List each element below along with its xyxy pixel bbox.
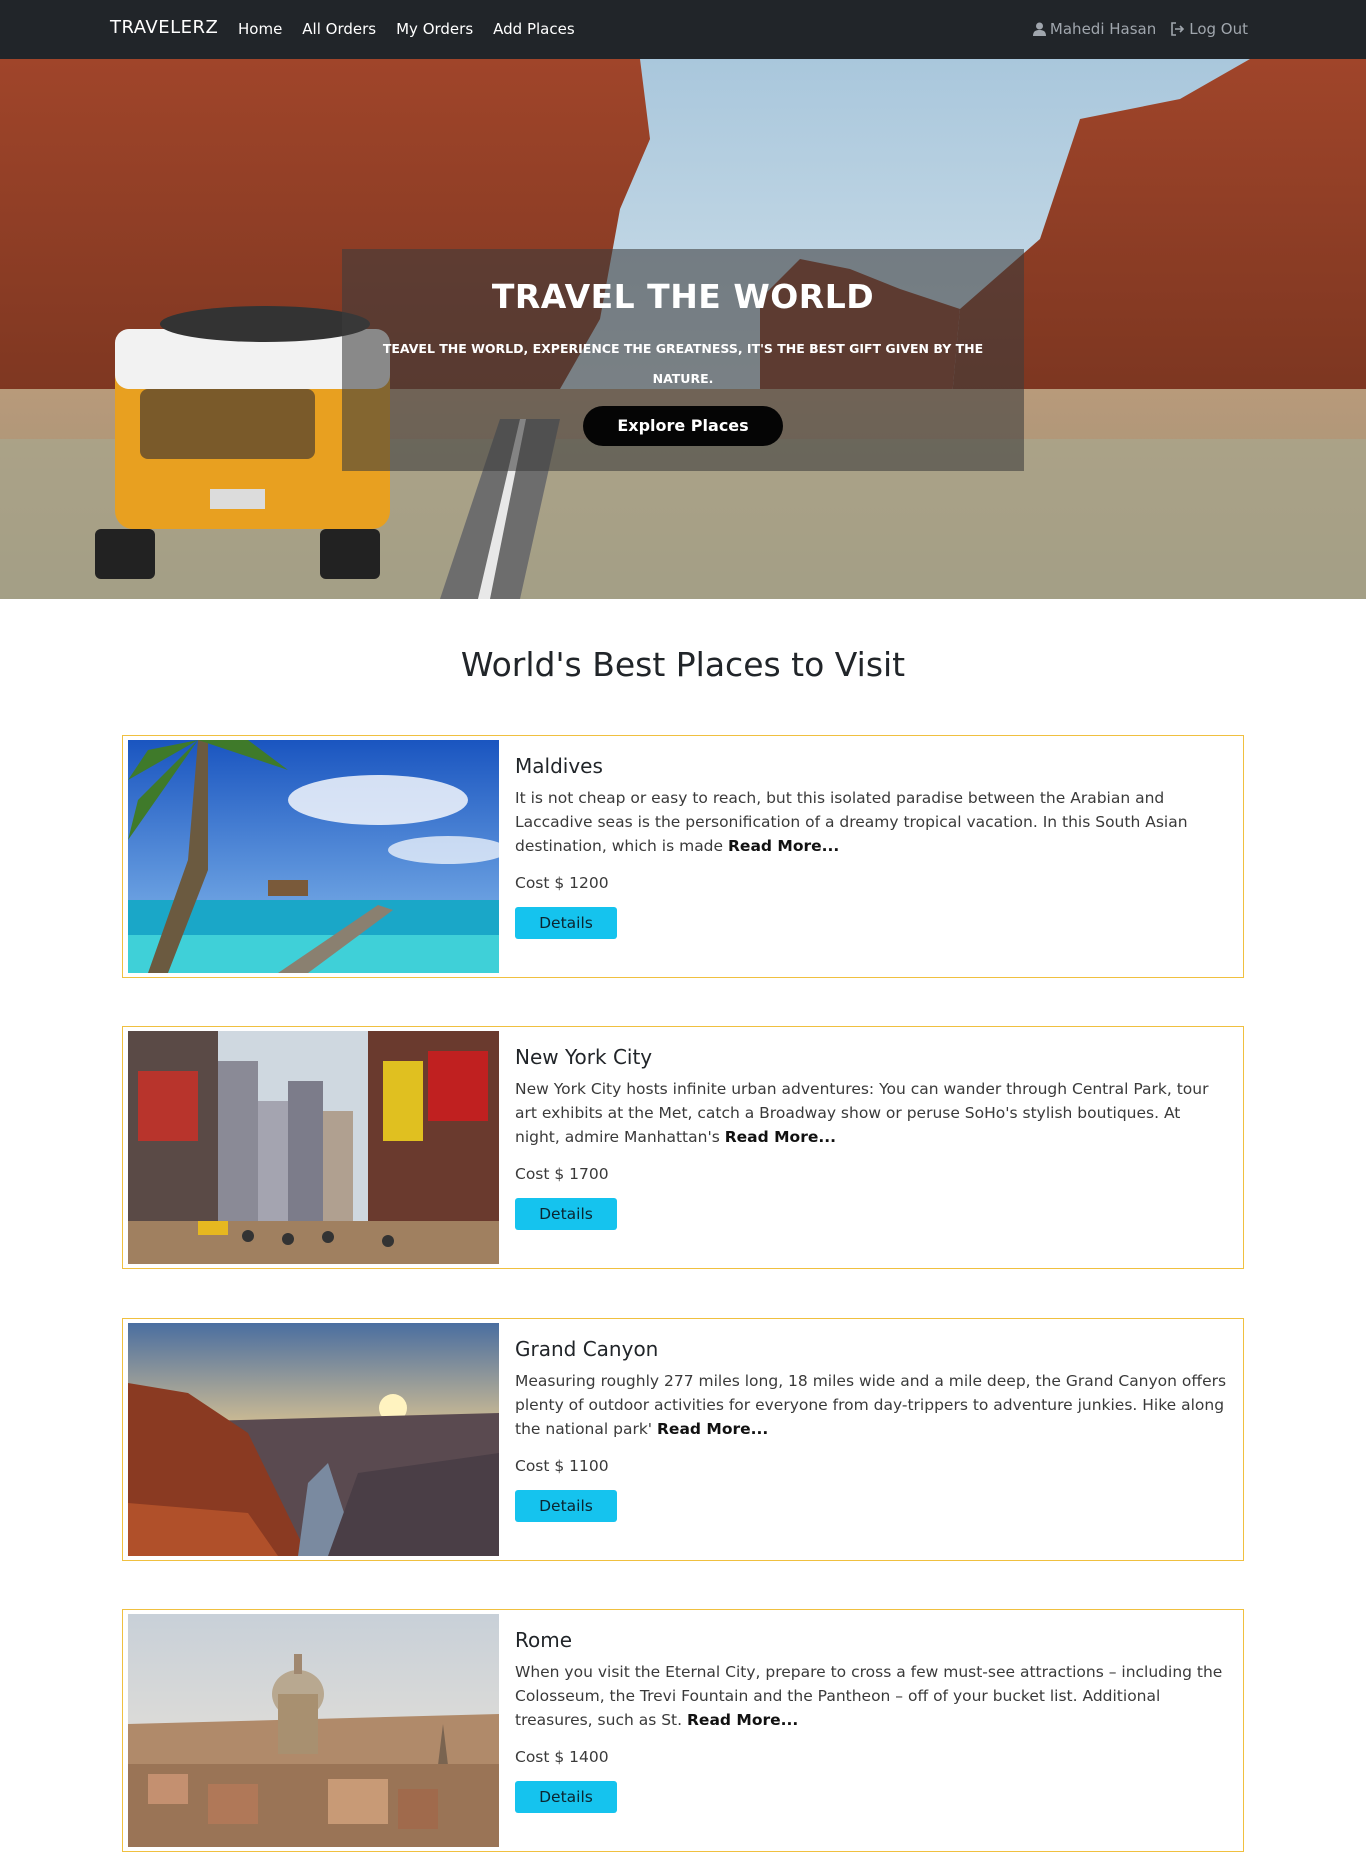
user-profile[interactable]: Mahedi Hasan <box>1032 20 1157 38</box>
place-cost: Cost $ 1100 <box>515 1457 609 1475</box>
place-title: Maldives <box>515 754 603 778</box>
place-description-text: It is not cheap or easy to reach, but th… <box>515 789 1188 855</box>
read-more-link[interactable]: Read More... <box>687 1711 798 1729</box>
place-description-text: New York City hosts infinite urban adven… <box>515 1080 1209 1146</box>
place-description: Measuring roughly 277 miles long, 18 mil… <box>515 1369 1227 1441</box>
place-card-new-york-city: New York City New York City hosts infini… <box>122 1026 1244 1269</box>
place-title: Grand Canyon <box>515 1337 659 1361</box>
explore-places-button[interactable]: Explore Places <box>583 406 783 446</box>
place-card-body: Grand Canyon Measuring roughly 277 miles… <box>515 1337 1227 1522</box>
place-card-rome: Rome When you visit the Eternal City, pr… <box>122 1609 1244 1852</box>
details-button[interactable]: Details <box>515 1198 617 1230</box>
place-card-grand-canyon: Grand Canyon Measuring roughly 277 miles… <box>122 1318 1244 1561</box>
logout-icon <box>1170 22 1185 36</box>
hero-title: TRAVEL THE WORLD <box>491 277 875 316</box>
place-cost: Cost $ 1700 <box>515 1165 609 1183</box>
place-cost: Cost $ 1200 <box>515 874 609 892</box>
place-description-text: When you visit the Eternal City, prepare… <box>515 1663 1223 1729</box>
nav-all-orders-link[interactable]: All Orders <box>302 20 376 38</box>
read-more-link[interactable]: Read More... <box>725 1128 836 1146</box>
read-more-link[interactable]: Read More... <box>728 837 839 855</box>
place-description: New York City hosts infinite urban adven… <box>515 1077 1227 1149</box>
section-title: World's Best Places to Visit <box>460 645 906 684</box>
details-button[interactable]: Details <box>515 907 617 939</box>
place-description: It is not cheap or easy to reach, but th… <box>515 786 1227 858</box>
details-button[interactable]: Details <box>515 1490 617 1522</box>
nav-home-link[interactable]: Home <box>238 20 282 38</box>
place-card-body: Rome When you visit the Eternal City, pr… <box>515 1628 1227 1813</box>
hero-subtitle: TEAVEL THE WORLD, EXPERIENCE THE GREATNE… <box>382 341 984 386</box>
details-button[interactable]: Details <box>515 1781 617 1813</box>
place-image-new-york-city <box>128 1031 499 1264</box>
nav-add-places-link[interactable]: Add Places <box>493 20 575 38</box>
nav-links: Home All Orders My Orders Add Places <box>238 20 575 38</box>
place-card-body: Maldives It is not cheap or easy to reac… <box>515 754 1227 939</box>
user-name: Mahedi Hasan <box>1049 20 1157 38</box>
place-card-maldives: Maldives It is not cheap or easy to reac… <box>122 735 1244 978</box>
place-image-rome <box>128 1614 499 1847</box>
read-more-link[interactable]: Read More... <box>657 1420 768 1438</box>
nav-my-orders-link[interactable]: My Orders <box>396 20 473 38</box>
hero-overlay: TRAVEL THE WORLD TEAVEL THE WORLD, EXPER… <box>342 249 1024 471</box>
place-card-body: New York City New York City hosts infini… <box>515 1045 1227 1230</box>
place-description: When you visit the Eternal City, prepare… <box>515 1660 1227 1732</box>
place-description-text: Measuring roughly 277 miles long, 18 mil… <box>515 1372 1227 1438</box>
logout-button[interactable]: Log Out <box>1170 20 1248 38</box>
logout-label: Log Out <box>1189 20 1248 38</box>
hero-banner: TRAVEL THE WORLD TEAVEL THE WORLD, EXPER… <box>0 59 1366 599</box>
nav-user-area: Mahedi Hasan Log Out <box>1032 20 1248 38</box>
navbar: TRAVELERZ Home All Orders My Orders Add … <box>0 0 1366 59</box>
place-title: New York City <box>515 1045 653 1069</box>
place-image-maldives <box>128 740 499 973</box>
place-title: Rome <box>515 1628 573 1652</box>
place-image-grand-canyon <box>128 1323 499 1556</box>
user-icon <box>1032 22 1046 36</box>
brand-logo[interactable]: TRAVELERZ <box>110 17 218 38</box>
place-cost: Cost $ 1400 <box>515 1748 609 1766</box>
